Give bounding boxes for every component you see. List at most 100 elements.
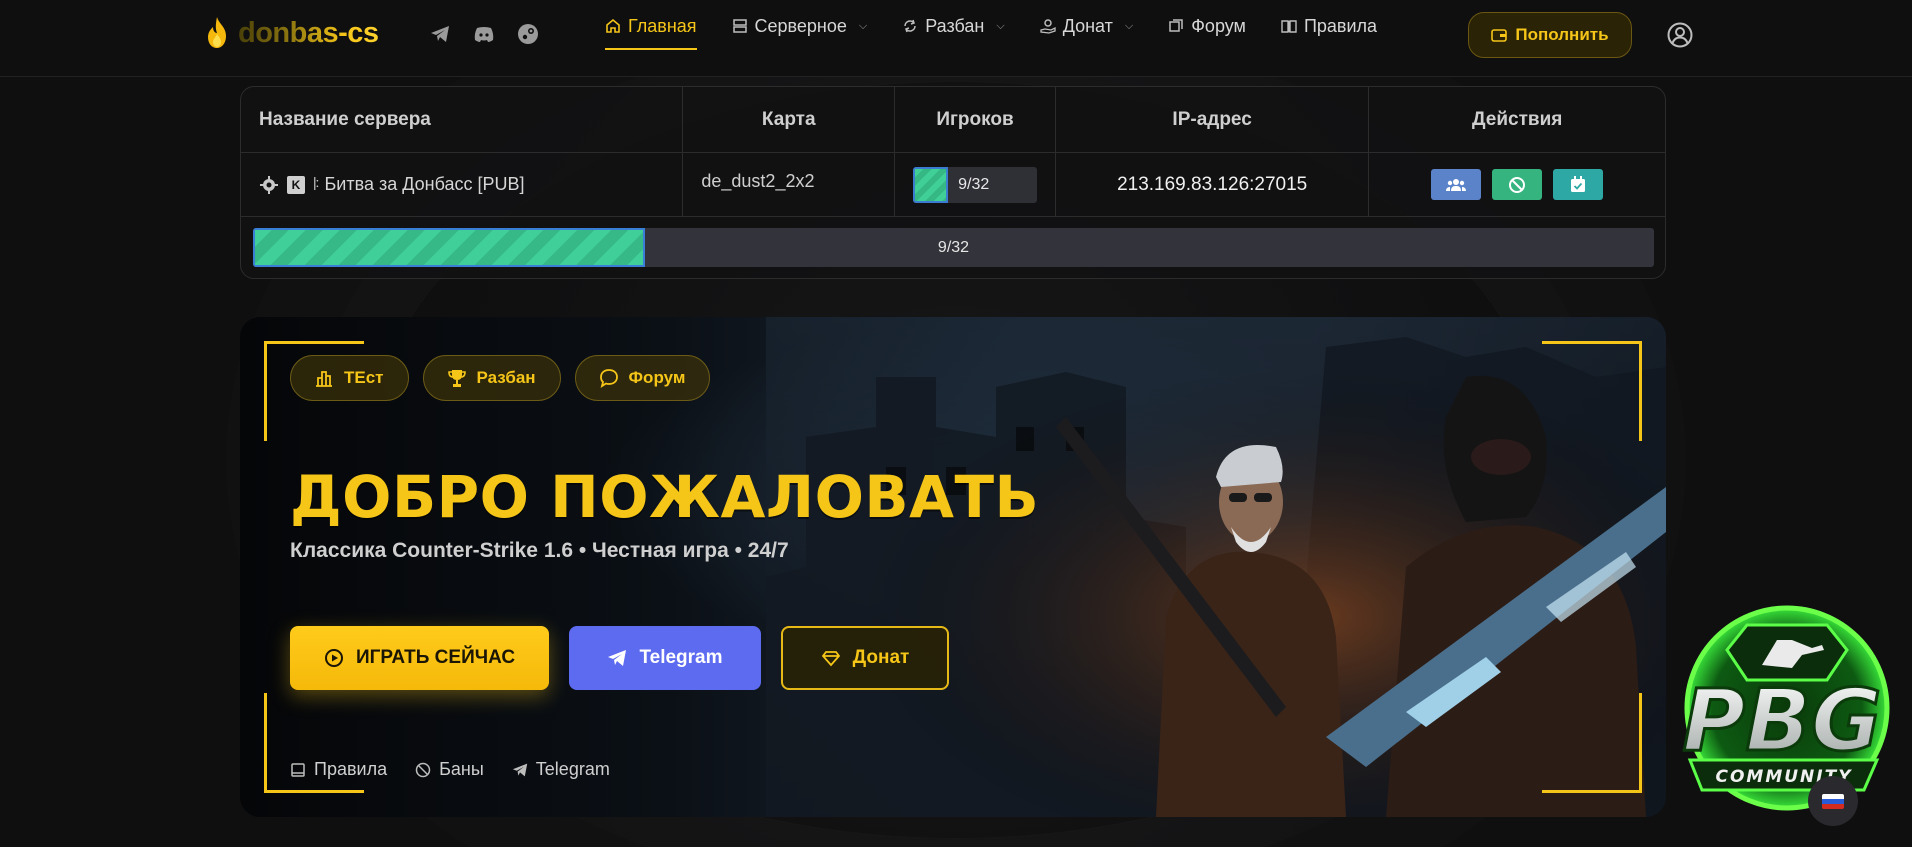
chevron-down-icon: ⌵ bbox=[996, 19, 1005, 32]
flag-icon bbox=[1822, 793, 1844, 809]
play-now-button[interactable]: ИГРАТЬ СЕЙЧАС bbox=[290, 626, 549, 690]
diamond-icon bbox=[821, 651, 840, 667]
main-nav: Главная Серверное ⌵ Разбан ⌵ Донат ⌵ Фор… bbox=[605, 0, 1412, 77]
nav-label-donate: Донат bbox=[1062, 15, 1113, 36]
server-monitor: Название сервера Карта Игроков IP-адрес … bbox=[240, 86, 1666, 279]
link-label: Баны bbox=[439, 759, 484, 779]
pill-label: ТЕст bbox=[344, 368, 384, 387]
link-telegram[interactable]: Telegram bbox=[512, 759, 610, 780]
mod-icon: K bbox=[287, 175, 305, 194]
players-mini-bar: 9/32 bbox=[913, 166, 1038, 203]
total-players-text: 9/32 bbox=[937, 238, 970, 256]
server-name-cell: K ꖎ Битва за Донбасс [PUB] bbox=[241, 153, 684, 216]
link-label: Telegram bbox=[535, 759, 610, 779]
nav-item-server[interactable]: Серверное ⌵ bbox=[732, 0, 868, 52]
nav-label-rules: Правила bbox=[1303, 15, 1378, 36]
header-players: Игроков bbox=[895, 87, 1056, 152]
frame-corner bbox=[1542, 693, 1642, 793]
telegram-icon[interactable] bbox=[428, 22, 452, 46]
book-icon bbox=[1281, 20, 1297, 33]
topup-button[interactable]: Пополнить bbox=[1468, 12, 1632, 58]
server-name: ꖎ Битва за Донбасс [PUB] bbox=[313, 174, 525, 194]
header-ip: IP-адрес bbox=[1056, 87, 1370, 152]
chevron-down-icon: ⌵ bbox=[1124, 19, 1134, 32]
nav-item-home[interactable]: Главная bbox=[605, 0, 697, 52]
unban-icon bbox=[904, 19, 916, 33]
ban-icon bbox=[415, 762, 431, 777]
chevron-down-icon: ⌵ bbox=[858, 19, 868, 32]
nav-label-forum: Форум bbox=[1191, 15, 1246, 36]
calendar-button[interactable] bbox=[1553, 169, 1604, 200]
telegram-button[interactable]: Telegram bbox=[569, 626, 761, 690]
pill-label: Разбан bbox=[476, 368, 536, 387]
hero-subtitle: Классика Counter-Strike 1.6 • Честная иг… bbox=[290, 539, 789, 562]
total-players-bar: 9/32 bbox=[253, 228, 1654, 267]
top-header: donbas-cs Главная Серверное ⌵ Разбан ⌵ Д… bbox=[0, 0, 1912, 77]
donate-label: Донат bbox=[852, 647, 910, 668]
pill-label: Форум bbox=[628, 368, 686, 387]
pbg-logo-text: PBG bbox=[1682, 671, 1881, 771]
players-count: 9/32 bbox=[958, 175, 990, 193]
frame-corner bbox=[1542, 341, 1642, 441]
nav-label-home: Главная bbox=[628, 15, 697, 36]
pill-unban[interactable]: Разбан bbox=[422, 355, 561, 401]
donate-button[interactable]: Донат bbox=[781, 626, 949, 690]
nav-label-unban: Разбан bbox=[925, 15, 985, 36]
pill-forum[interactable]: Форум bbox=[574, 355, 711, 401]
server-table-header: Название сервера Карта Игроков IP-адрес … bbox=[241, 87, 1665, 153]
chat-bubble-icon bbox=[599, 369, 618, 388]
nav-item-donate[interactable]: Донат ⌵ bbox=[1040, 0, 1134, 52]
gear-icon bbox=[260, 175, 278, 194]
play-circle-icon bbox=[324, 649, 343, 667]
topup-label: Пополнить bbox=[1515, 25, 1609, 44]
link-label: Правила bbox=[314, 759, 388, 779]
home-icon bbox=[606, 18, 620, 33]
ban-icon bbox=[1509, 176, 1526, 193]
header-map: Карта bbox=[683, 87, 896, 152]
players-list-button[interactable] bbox=[1431, 169, 1482, 200]
nav-item-forum[interactable]: Форум bbox=[1168, 0, 1246, 52]
hero-illustration bbox=[766, 317, 1666, 817]
header-actions: Действия bbox=[1472, 108, 1563, 130]
trophy-icon bbox=[447, 370, 466, 387]
telegram-label: Telegram bbox=[639, 647, 723, 668]
steam-icon[interactable] bbox=[516, 22, 540, 46]
actions-cell bbox=[1369, 153, 1665, 216]
language-flag-button[interactable] bbox=[1808, 776, 1858, 826]
flame-icon bbox=[208, 17, 226, 48]
chart-icon bbox=[316, 371, 332, 387]
pill-test[interactable]: ТЕст bbox=[290, 355, 409, 401]
hero-banner: ТЕст Разбан Форум ДОБРО ПОЖАЛОВАТЬ Класс… bbox=[240, 317, 1666, 817]
play-now-label: ИГРАТЬ СЕЙЧАС bbox=[355, 647, 516, 668]
link-rules[interactable]: Правила bbox=[290, 759, 387, 780]
hero-pills: ТЕст Разбан Форум bbox=[290, 355, 711, 401]
bans-button[interactable] bbox=[1492, 169, 1543, 200]
pbg-community-logo[interactable]: PBG COMMUNITY bbox=[1642, 590, 1912, 847]
table-row[interactable]: K ꖎ Битва за Донбасс [PUB] de_dust2_2x2 … bbox=[241, 153, 1665, 217]
server-icon bbox=[732, 19, 747, 33]
telegram-icon bbox=[512, 763, 527, 776]
social-links bbox=[428, 22, 540, 46]
header-server-name: Название сервера bbox=[241, 87, 684, 152]
user-icon[interactable] bbox=[1667, 22, 1693, 48]
telegram-icon bbox=[608, 650, 627, 666]
brand-name: donbas-cs bbox=[238, 16, 379, 49]
discord-icon[interactable] bbox=[472, 22, 496, 46]
nav-label-server: Серверное bbox=[754, 15, 847, 36]
nav-item-rules[interactable]: Правила bbox=[1281, 0, 1377, 52]
wallet-icon bbox=[1491, 28, 1508, 42]
link-bans[interactable]: Баны bbox=[415, 759, 484, 780]
hero-cta-row: ИГРАТЬ СЕЙЧАС Telegram Донат bbox=[290, 626, 949, 690]
hero-links: Правила Баны Telegram bbox=[290, 759, 610, 780]
hero-title: ДОБРО ПОЖАЛОВАТЬ bbox=[290, 463, 1040, 531]
brand-logo[interactable]: donbas-cs bbox=[204, 16, 379, 50]
players-mini-fill bbox=[913, 166, 948, 203]
forum-icon bbox=[1169, 19, 1183, 32]
players-cell: 9/32 bbox=[895, 153, 1056, 216]
users-icon bbox=[1446, 178, 1467, 191]
server-map: de_dust2_2x2 bbox=[683, 153, 896, 216]
server-ip[interactable]: 213.169.83.126:27015 bbox=[1056, 153, 1370, 216]
book-icon bbox=[291, 762, 305, 777]
calendar-check-icon bbox=[1571, 176, 1586, 192]
nav-item-unban[interactable]: Разбан ⌵ bbox=[902, 0, 1005, 52]
